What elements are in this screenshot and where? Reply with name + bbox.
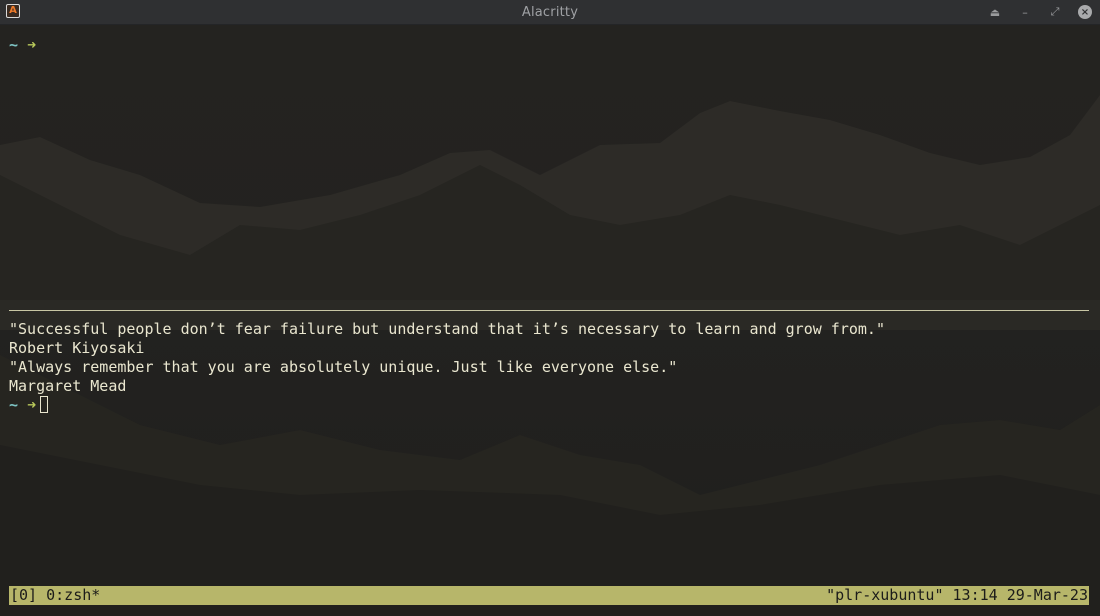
quote-line-2: "Always remember that you are absolutely…: [9, 358, 678, 376]
terminal-cursor[interactable]: [40, 396, 49, 413]
prompt-tilde: ~: [9, 36, 19, 54]
tmux-host-clock: "plr-xubuntu" 13:14 29-Mar-23: [826, 586, 1088, 604]
output-separator: [9, 310, 1089, 311]
title-bar[interactable]: A Alacritty ⏏ – ⤢ ×: [0, 0, 1100, 25]
prompt-arrow-icon: ➜: [27, 396, 37, 414]
prompt-tilde: ~: [9, 396, 19, 414]
quote-line-1: "Successful people don’t fear failure bu…: [9, 320, 885, 338]
alacritty-window: A Alacritty ⏏ – ⤢ × ~ ➜ "Successful peop…: [0, 0, 1100, 616]
close-icon[interactable]: ×: [1078, 5, 1092, 19]
app-icon-letter: A: [9, 5, 17, 16]
prompt-line-2[interactable]: ~ ➜: [9, 396, 49, 415]
minimize-icon[interactable]: –: [1018, 5, 1032, 19]
maximize-icon[interactable]: ⤢: [1048, 5, 1062, 19]
quote-author-2: Margaret Mead: [9, 377, 127, 395]
terminal-area[interactable]: ~ ➜ "Successful people don’t fear failur…: [0, 25, 1100, 616]
tmux-status-bar: [0] 0:zsh* "plr-xubuntu" 13:14 29-Mar-23: [9, 586, 1089, 605]
prompt-line-1: ~ ➜: [9, 36, 36, 55]
window-controls: ⏏ – ⤢ ×: [988, 3, 1092, 21]
prompt-arrow-icon: ➜: [27, 36, 37, 54]
window-title: Alacritty: [521, 4, 579, 20]
keep-above-icon[interactable]: ⏏: [988, 5, 1002, 19]
quote-author-1: Robert Kiyosaki: [9, 339, 145, 357]
tmux-window-list[interactable]: [0] 0:zsh*: [9, 586, 101, 605]
alacritty-app-icon[interactable]: A: [6, 4, 20, 18]
